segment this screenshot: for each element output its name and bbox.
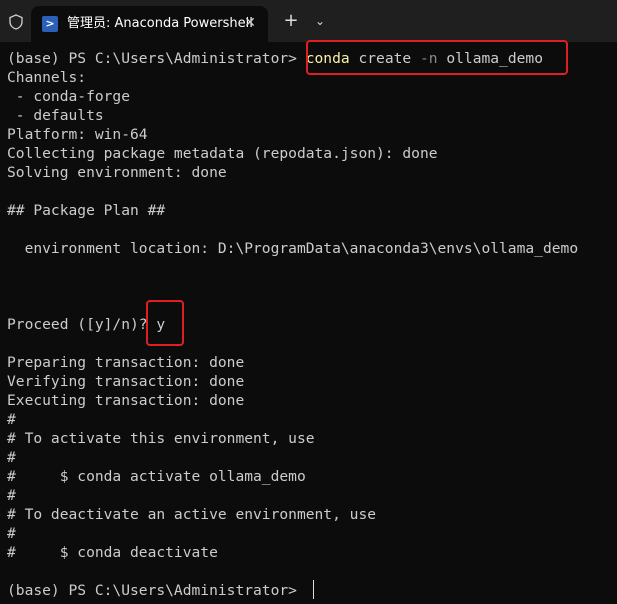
terminal-line: # bbox=[7, 411, 16, 428]
terminal-line: Collecting package metadata (repodata.js… bbox=[7, 145, 438, 162]
prompt: (base) PS C:\Users\Administrator> bbox=[7, 50, 306, 67]
terminal-output[interactable]: (base) PS C:\Users\Administrator> conda … bbox=[0, 42, 617, 604]
confirm-highlight-box bbox=[146, 300, 184, 346]
terminal-line: Verifying transaction: done bbox=[7, 373, 245, 390]
terminal-line: # bbox=[7, 449, 16, 466]
terminal-line: Preparing transaction: done bbox=[7, 354, 245, 371]
terminal-line: # $ conda activate ollama_demo bbox=[7, 468, 306, 485]
terminal-line: Platform: win-64 bbox=[7, 126, 148, 143]
new-tab-button[interactable]: + bbox=[282, 12, 300, 30]
terminal-line: ## Package Plan ## bbox=[7, 202, 166, 219]
text-cursor bbox=[313, 580, 314, 599]
shield-icon bbox=[9, 14, 23, 30]
terminal-line: # To deactivate an active environment, u… bbox=[7, 506, 377, 523]
terminal-line: Executing transaction: done bbox=[7, 392, 245, 409]
title-bar: > 管理员: Anaconda Powershell ✕ + ⌄ bbox=[0, 0, 617, 42]
terminal-line: Proceed ([y]/n)? y bbox=[7, 316, 166, 333]
tab-title: 管理员: Anaconda Powershell bbox=[67, 16, 253, 31]
terminal-line: (base) PS C:\Users\Administrator> bbox=[7, 582, 306, 599]
terminal-line: Solving environment: done bbox=[7, 164, 227, 181]
powershell-icon: > bbox=[42, 16, 58, 32]
terminal-line: # To activate this environment, use bbox=[7, 430, 315, 447]
terminal-line: # $ conda deactivate bbox=[7, 544, 218, 561]
terminal-line: # bbox=[7, 487, 16, 504]
terminal-line: Channels: bbox=[7, 69, 87, 86]
terminal-line: - defaults bbox=[7, 107, 104, 124]
terminal-line: # bbox=[7, 525, 16, 542]
close-icon[interactable]: ✕ bbox=[241, 14, 259, 32]
terminal-line: environment location: D:\ProgramData\ana… bbox=[7, 240, 579, 257]
command-highlight-box bbox=[306, 40, 568, 75]
terminal-tab[interactable]: > 管理员: Anaconda Powershell ✕ bbox=[31, 6, 268, 42]
chevron-down-icon[interactable]: ⌄ bbox=[311, 12, 329, 30]
terminal-line: - conda-forge bbox=[7, 88, 131, 105]
